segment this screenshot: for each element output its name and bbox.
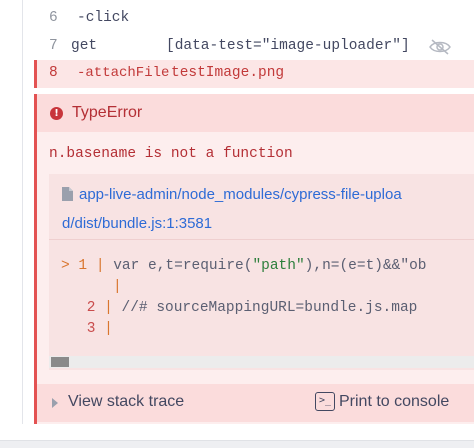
code-line: 2 | //# sourceMappingURL=bundle.js.map bbox=[86, 300, 418, 316]
horizontal-scrollbar[interactable] bbox=[49, 356, 474, 368]
command-row-get[interactable]: 7 get [data-test="image-uploader"] bbox=[34, 33, 474, 61]
command-message: testImage.png bbox=[171, 65, 285, 81]
code-line: 3 | bbox=[86, 321, 113, 337]
error-panel: ! TypeError n.basename is not a function… bbox=[34, 94, 474, 424]
code-line: > 1 | var e,t=require("path"),n=(e=t)&&"… bbox=[61, 258, 427, 274]
error-message: n.basename is not a function bbox=[49, 146, 293, 162]
code-line-number: 3 bbox=[86, 321, 96, 337]
view-stack-trace-label[interactable]: View stack trace bbox=[68, 393, 184, 411]
error-circle-icon: ! bbox=[50, 107, 63, 120]
scrollbar-thumb[interactable] bbox=[51, 357, 69, 367]
print-to-console-label[interactable]: Print to console bbox=[339, 393, 449, 411]
command-number: 6 bbox=[49, 10, 58, 26]
bottom-bar bbox=[0, 440, 474, 448]
caret-right-icon bbox=[52, 398, 58, 408]
file-path[interactable]: app-live-admin/node_modules/cypress-file… bbox=[79, 186, 402, 203]
file-icon bbox=[62, 187, 73, 201]
code-text-rest: ),n=(e=t)&&"ob bbox=[304, 258, 427, 274]
code-line-continuation: | bbox=[113, 279, 122, 295]
error-header: ! TypeError bbox=[37, 94, 474, 132]
code-frame: app-live-admin/node_modules/cypress-file… bbox=[49, 174, 474, 370]
command-number: 8 bbox=[49, 65, 58, 81]
code-frame-file-link[interactable]: app-live-admin/node_modules/cypress-file… bbox=[49, 174, 474, 240]
command-row-attachfile[interactable]: 8 -attachFile testImage.png bbox=[34, 60, 474, 88]
command-message: [data-test="image-uploader"] bbox=[166, 38, 410, 54]
command-name: get bbox=[71, 38, 98, 54]
error-footer: View stack trace >_ Print to console bbox=[37, 384, 474, 422]
command-number: 7 bbox=[49, 38, 58, 54]
file-path-continued[interactable]: d/dist/bundle.js:1:3581 bbox=[62, 215, 212, 232]
code-string: "path" bbox=[252, 258, 305, 274]
command-name: -attachFile bbox=[77, 65, 170, 81]
code-text: var e,t=require( bbox=[113, 258, 253, 274]
terminal-icon: >_ bbox=[315, 392, 335, 411]
code-line-number: 2 bbox=[86, 300, 96, 316]
error-title: TypeError bbox=[72, 104, 143, 121]
panel-divider bbox=[22, 0, 23, 424]
command-row-click[interactable]: 6 -click bbox=[34, 5, 474, 33]
command-name: -click bbox=[77, 10, 130, 26]
code-arrow: > bbox=[61, 258, 70, 274]
eye-slash-icon[interactable] bbox=[428, 39, 452, 55]
code-line-number: 1 bbox=[78, 258, 88, 274]
code-text: //# sourceMappingURL=bundle.js.map bbox=[121, 300, 418, 316]
